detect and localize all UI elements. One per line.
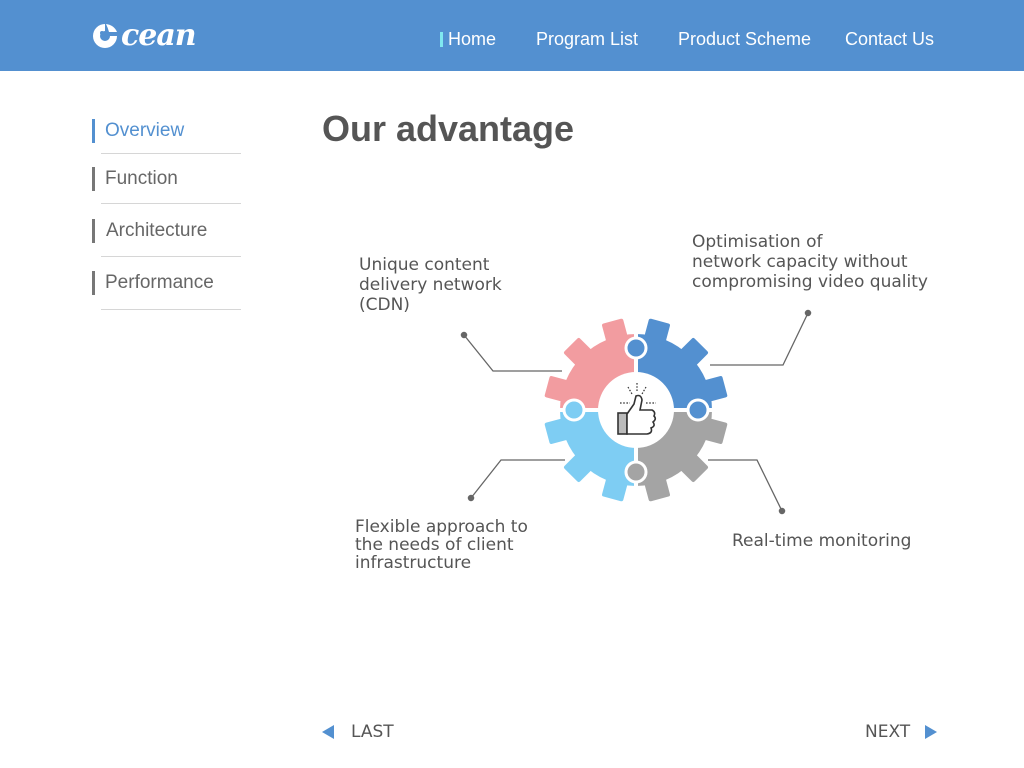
sidebar-divider [101,153,241,154]
feature-network-optimisation: Optimisation of network capacity without… [692,232,928,292]
logo-o-icon [93,24,117,48]
next-page-label: NEXT [865,722,911,742]
sidebar-divider [101,309,241,310]
puzzle-knob [686,398,710,422]
gear-quadrant-gray [636,410,728,502]
nav-active-marker [440,32,443,47]
gear-quadrant-blue [636,318,728,410]
sidebar-item-label: Performance [105,272,214,293]
leader-line-bottom-left [467,459,565,502]
gear-quadrant-lightblue [544,410,636,502]
puzzle-knob [562,398,586,422]
leader-line-top-left [460,331,562,372]
gear-quadrant-pink [544,318,636,410]
nav-program-list-label: Program List [536,29,639,49]
sidebar-item-function[interactable]: Function [90,160,242,200]
page-title: Our advantage [322,108,575,149]
nav-product-scheme[interactable]: Product Scheme [678,29,811,50]
puzzle-knob [624,336,648,360]
sidebar-marker [92,271,95,295]
sidebar-item-overview[interactable]: Overview [90,112,242,152]
sidebar-item-architecture[interactable]: Architecture [90,212,242,252]
ocean-logo[interactable]: cean [90,18,197,53]
sidebar-active-marker [92,119,95,143]
prev-page-button[interactable]: LAST [322,722,394,742]
gear-seams [544,318,728,502]
puzzle-knob [624,460,648,484]
nav-product-scheme-label: Product Scheme [678,29,812,49]
arrow-right-icon [925,725,938,739]
leader-line-top-right [710,309,812,366]
nav-contact-us[interactable]: Contact Us [845,29,934,50]
sidebar-divider [101,203,241,204]
feature-real-time-monitoring: Real-time monitoring [732,531,912,551]
nav-contact-us-label: Contact Us [845,29,935,49]
arrow-left-icon [322,725,334,739]
sidebar-marker [92,167,95,191]
logo-text: cean [121,18,197,53]
prev-page-label: LAST [351,722,394,742]
nav-program-list[interactable]: Program List [536,29,638,50]
nav-home-label: Home [448,29,497,49]
top-navigation-bar: cean Home Program List Product Scheme Co… [0,0,1024,71]
feature-cdn: Unique content delivery network (CDN) [359,255,502,315]
sidebar-item-performance[interactable]: Performance [90,264,242,304]
sidebar-item-label: Overview [105,120,185,141]
sidebar-divider [101,256,241,257]
nav-home[interactable]: Home [440,29,497,50]
leader-line-bottom-right [708,459,786,515]
sidebar-item-label: Architecture [106,220,208,241]
sidebar-item-label: Function [105,168,178,189]
thumbs-up-icon [617,383,657,435]
feature-flexible-approach: Flexible approach to the needs of client… [355,517,528,573]
gear-center [598,372,674,448]
sidebar-marker [92,219,95,243]
next-page-button[interactable]: NEXT [865,722,938,742]
